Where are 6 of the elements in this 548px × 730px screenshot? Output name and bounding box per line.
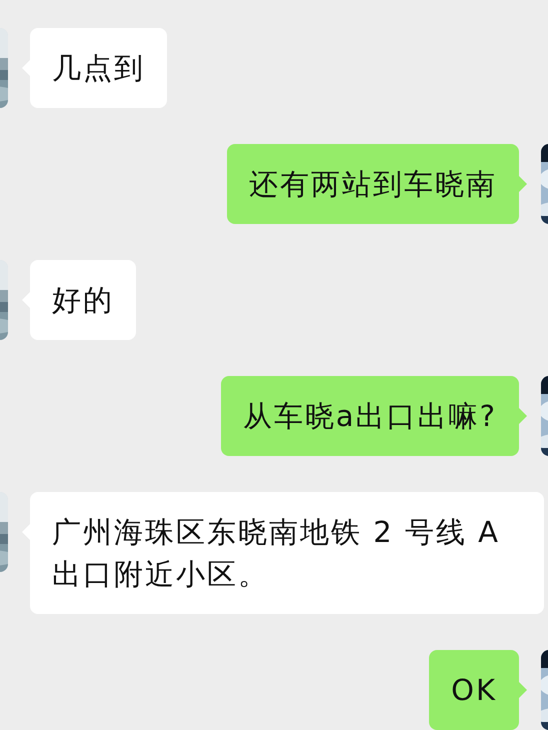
message-text: 还有两站到车晓南 (249, 166, 497, 203)
message-text: OK (451, 672, 497, 709)
message-text: 从车晓a出口出嘛? (242, 398, 497, 435)
message-text: 几点到 (52, 50, 145, 87)
message-text: 广州海珠区东晓南地铁 2 号线 A 出口附近小区。 (52, 514, 501, 593)
message-text: 好的 (52, 282, 114, 319)
